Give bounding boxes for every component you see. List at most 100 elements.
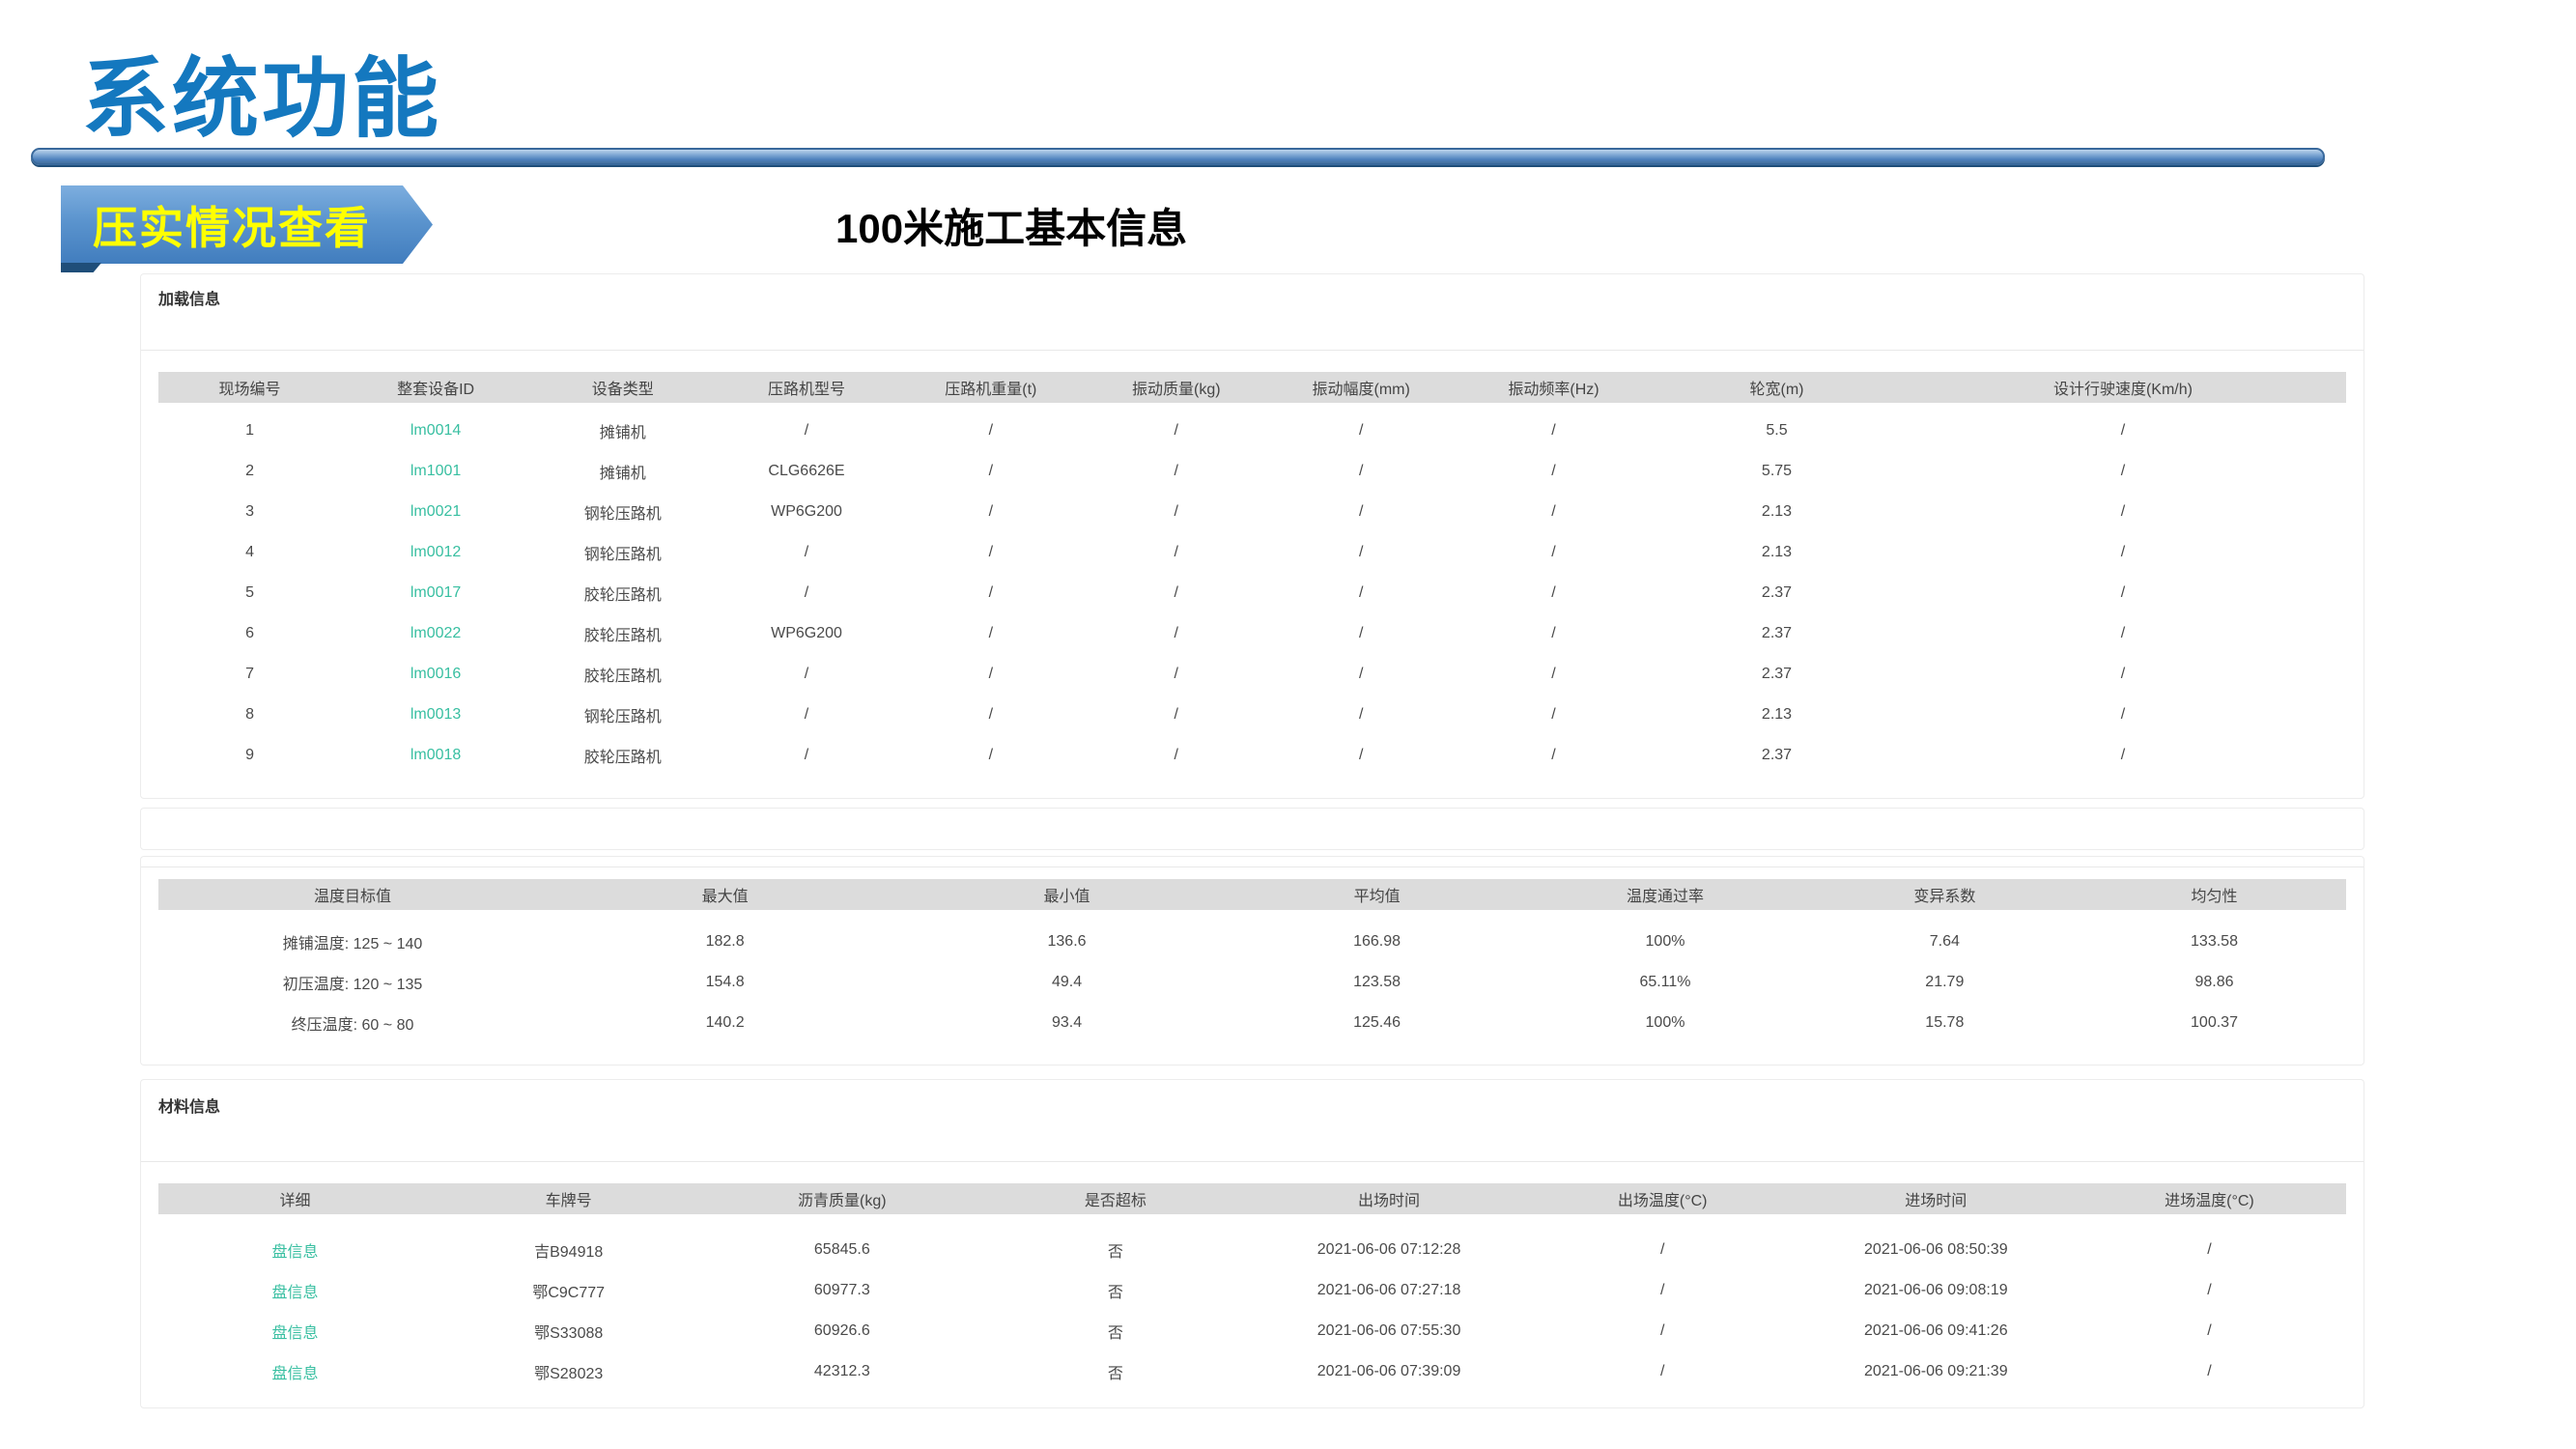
device-id-link[interactable]: lm0016	[410, 666, 461, 682]
table-cell: /	[898, 695, 1085, 735]
table-row: 盘信息鄂C9C77760977.3否2021-06-06 07:27:18/20…	[158, 1270, 2346, 1311]
table-cell: 2021-06-06 09:21:39	[1799, 1351, 2073, 1392]
table-cell: 钢轮压路机	[530, 492, 715, 532]
table-cell: 3	[158, 492, 341, 532]
table-cell: /	[1900, 654, 2346, 695]
table-cell: 2.13	[1654, 532, 1900, 573]
column-header: 整套设备ID	[341, 372, 530, 403]
table-cell: /	[1084, 573, 1268, 613]
table-cell: /	[1268, 411, 1453, 451]
batch-info-link[interactable]: 盘信息	[272, 1285, 319, 1301]
table-cell: 21.79	[1807, 962, 2082, 1003]
device-id-link[interactable]: lm0012	[410, 544, 461, 560]
table-cell: /	[1084, 451, 1268, 492]
temperature-stats-panel: 温度目标值最大值最小值平均值温度通过率变异系数均匀性 摊铺温度: 125 ~ 1…	[140, 856, 2364, 1065]
table-row: 终压温度: 60 ~ 80140.293.4125.46100%15.78100…	[158, 1003, 2346, 1043]
table-cell: 7.64	[1807, 922, 2082, 962]
table-cell: /	[715, 573, 897, 613]
equipment-table: 现场编号整套设备ID设备类型压路机型号压路机重量(t)振动质量(kg)振动幅度(…	[158, 372, 2346, 776]
table-cell: /	[1268, 613, 1453, 654]
device-id-link[interactable]: lm0014	[410, 422, 461, 439]
column-header: 振动质量(kg)	[1084, 372, 1268, 403]
table-row: 7lm0016胶轮压路机/////2.37/	[158, 654, 2346, 695]
batch-info-link[interactable]: 盘信息	[272, 1325, 319, 1342]
table-cell: 15.78	[1807, 1003, 2082, 1043]
table-cell: 154.8	[547, 962, 903, 1003]
batch-info-link[interactable]: 盘信息	[272, 1366, 319, 1382]
table-cell: 鄂S28023	[432, 1351, 705, 1392]
table-row: 盘信息鄂S2802342312.3否2021-06-06 07:39:09/20…	[158, 1351, 2346, 1392]
table-cell: 否	[978, 1230, 1252, 1270]
compaction-view-banner: 压实情况查看	[61, 185, 433, 264]
table-cell[interactable]: lm0012	[341, 532, 530, 573]
table-cell: 否	[978, 1270, 1252, 1311]
table-cell: 42312.3	[705, 1351, 978, 1392]
material-table-header-row: 详细车牌号沥青质量(kg)是否超标出场时间出场温度(°C)进场时间进场温度(°C…	[158, 1183, 2346, 1214]
table-cell: 2.37	[1654, 654, 1900, 695]
table-cell: /	[1900, 451, 2346, 492]
table-cell: /	[1900, 411, 2346, 451]
device-id-link[interactable]: lm0013	[410, 706, 461, 723]
table-cell: 2021-06-06 08:50:39	[1799, 1230, 2073, 1270]
table-cell[interactable]: 盘信息	[158, 1230, 432, 1270]
table-cell: /	[898, 451, 1085, 492]
device-id-link[interactable]: lm0022	[410, 625, 461, 641]
equipment-table-header-row: 现场编号整套设备ID设备类型压路机型号压路机重量(t)振动质量(kg)振动幅度(…	[158, 372, 2346, 403]
table-cell: /	[898, 573, 1085, 613]
device-id-link[interactable]: lm0018	[410, 747, 461, 763]
temperature-table: 温度目标值最大值最小值平均值温度通过率变异系数均匀性 摊铺温度: 125 ~ 1…	[158, 879, 2346, 1043]
table-cell[interactable]: lm0013	[341, 695, 530, 735]
table-cell: 123.58	[1231, 962, 1524, 1003]
table-cell: /	[1454, 654, 1654, 695]
device-id-link[interactable]: lm0017	[410, 584, 461, 601]
column-header: 进场温度(°C)	[2073, 1183, 2346, 1214]
table-cell: 166.98	[1231, 922, 1524, 962]
table-cell[interactable]: lm0021	[341, 492, 530, 532]
device-id-link[interactable]: lm0021	[410, 503, 461, 520]
table-cell: 2.37	[1654, 613, 1900, 654]
table-cell[interactable]: lm0018	[341, 735, 530, 776]
column-header: 变异系数	[1807, 879, 2082, 910]
table-cell: /	[1084, 411, 1268, 451]
table-cell[interactable]: 盘信息	[158, 1351, 432, 1392]
table-cell: /	[1268, 492, 1453, 532]
table-cell: 136.6	[903, 922, 1231, 962]
batch-info-link[interactable]: 盘信息	[272, 1244, 319, 1261]
table-row: 摊铺温度: 125 ~ 140182.8136.6166.98100%7.641…	[158, 922, 2346, 962]
column-header: 最小值	[903, 879, 1231, 910]
table-cell[interactable]: lm0022	[341, 613, 530, 654]
column-header: 沥青质量(kg)	[705, 1183, 978, 1214]
column-header: 出场时间	[1253, 1183, 1526, 1214]
table-cell: /	[1526, 1311, 1799, 1351]
table-row: 8lm0013钢轮压路机/////2.13/	[158, 695, 2346, 735]
table-cell: /	[1526, 1351, 1799, 1392]
table-cell: /	[1084, 695, 1268, 735]
table-row: 1lm0014摊铺机/////5.5/	[158, 411, 2346, 451]
device-id-link[interactable]: lm1001	[410, 463, 461, 479]
table-cell: 60926.6	[705, 1311, 978, 1351]
table-cell: 2021-06-06 09:41:26	[1799, 1311, 2073, 1351]
table-cell[interactable]: lm1001	[341, 451, 530, 492]
table-cell[interactable]: 盘信息	[158, 1311, 432, 1351]
table-cell: /	[1268, 532, 1453, 573]
table-cell: 182.8	[547, 922, 903, 962]
table-cell[interactable]: lm0014	[341, 411, 530, 451]
empty-toolbar-panel	[140, 808, 2364, 850]
table-cell: /	[1084, 654, 1268, 695]
table-cell: /	[1268, 573, 1453, 613]
table-cell: 98.86	[2082, 962, 2346, 1003]
table-cell: /	[1526, 1270, 1799, 1311]
banner-fold-shadow	[61, 263, 101, 272]
table-cell[interactable]: 盘信息	[158, 1270, 432, 1311]
table-cell: 摊铺机	[530, 451, 715, 492]
table-cell[interactable]: lm0016	[341, 654, 530, 695]
table-cell[interactable]: lm0017	[341, 573, 530, 613]
table-cell: 鄂S33088	[432, 1311, 705, 1351]
table-cell: 否	[978, 1351, 1252, 1392]
table-cell: 93.4	[903, 1003, 1231, 1043]
table-cell: 吉B94918	[432, 1230, 705, 1270]
table-cell: /	[1268, 735, 1453, 776]
table-cell: 133.58	[2082, 922, 2346, 962]
table-cell: /	[2073, 1270, 2346, 1311]
page-title: 系统功能	[82, 56, 441, 143]
